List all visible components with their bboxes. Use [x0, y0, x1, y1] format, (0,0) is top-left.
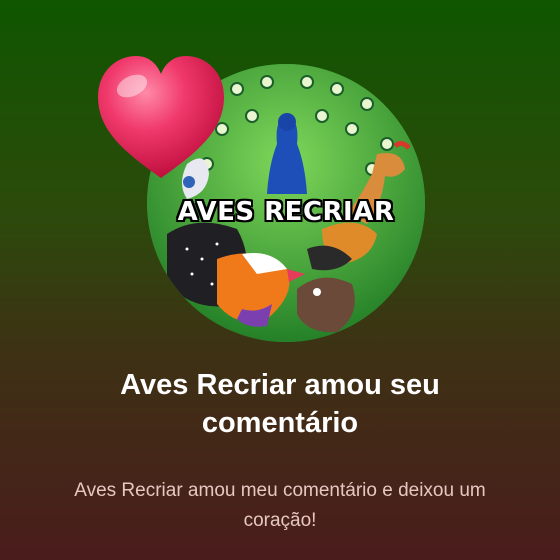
avatar-label: AVES RECRIAR	[177, 197, 395, 227]
notification-title: Aves Recriar amou seu comentário	[120, 369, 440, 439]
heart-icon	[98, 56, 224, 178]
notification-subtitle: Aves Recriar amou meu comentário e deixo…	[74, 480, 486, 531]
